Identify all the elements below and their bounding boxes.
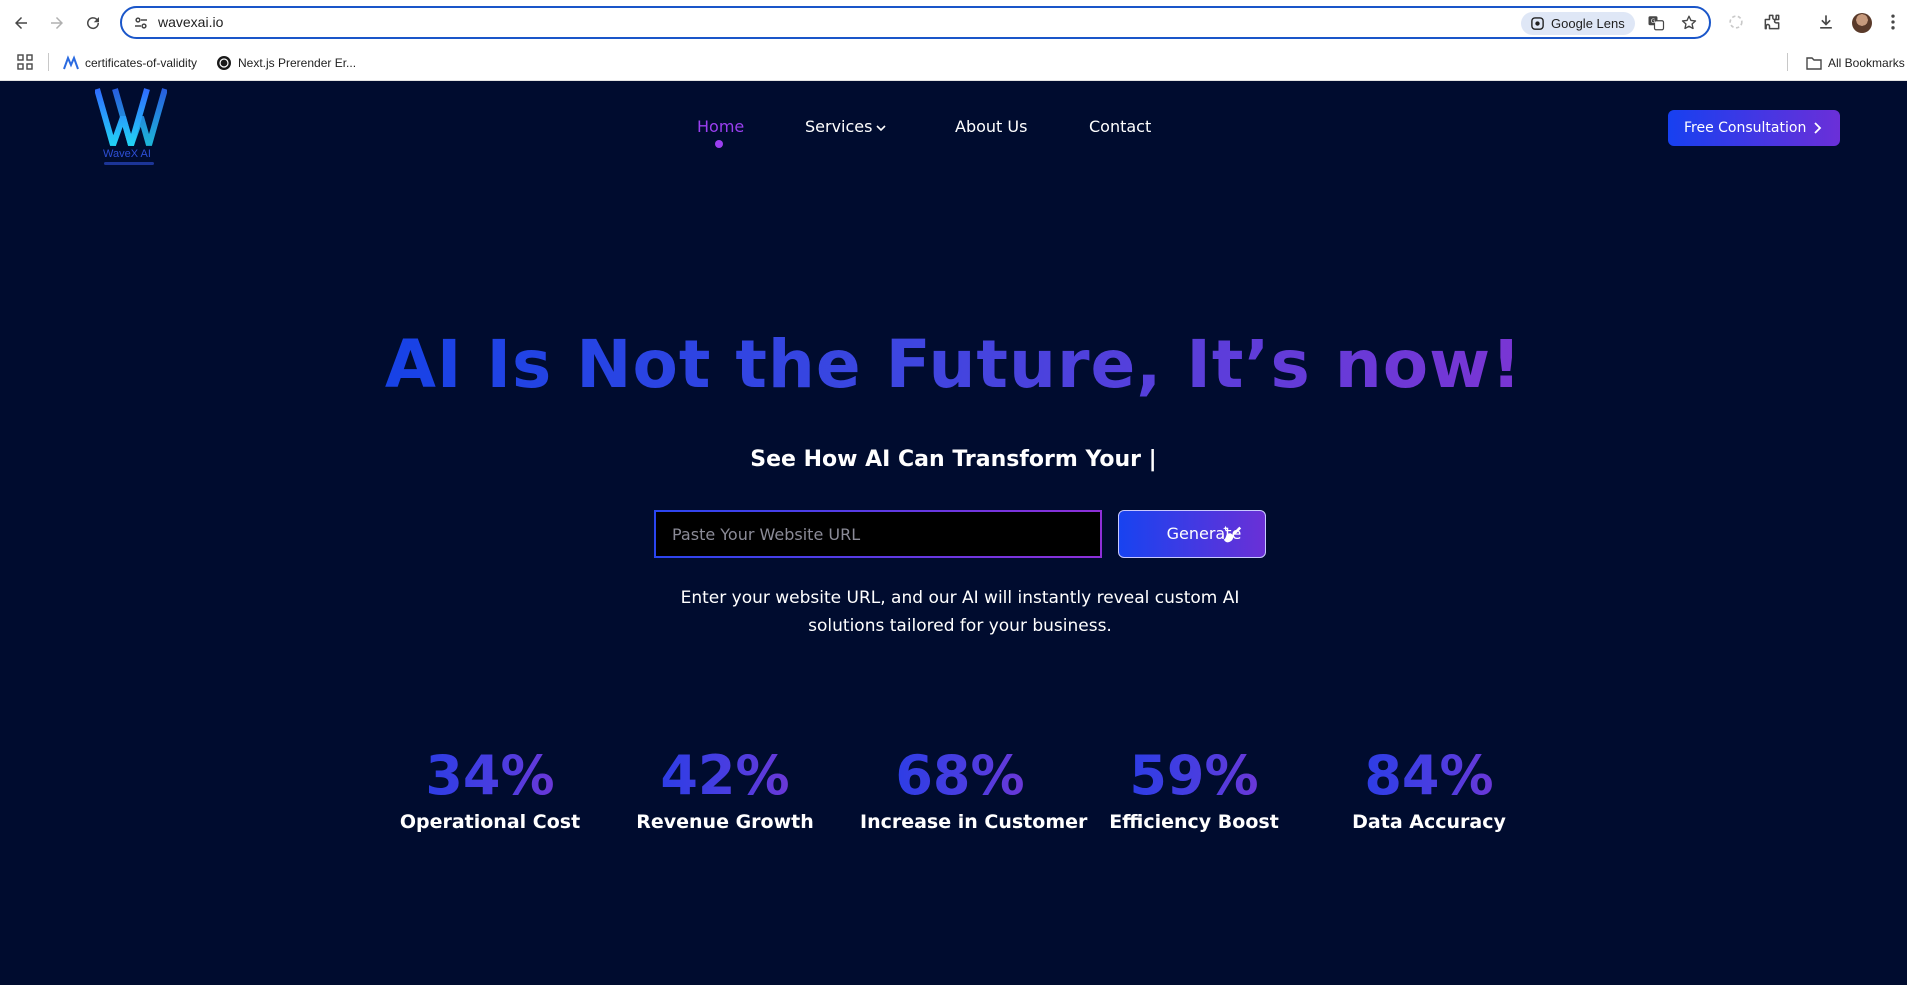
bookmark-certificates[interactable]: certificates-of-validity — [63, 53, 197, 73]
chevron-right-icon — [1814, 122, 1822, 134]
reload-button[interactable] — [80, 10, 106, 36]
active-nav-indicator — [715, 140, 723, 148]
stat-label: Increase in Customer — [860, 811, 1088, 833]
google-lens-button[interactable]: Google Lens — [1521, 12, 1635, 35]
logo-text: WaveX AI — [103, 148, 151, 160]
stat-label: Operational Cost — [399, 811, 581, 833]
stat-label: Revenue Growth — [636, 811, 814, 833]
all-bookmarks-button[interactable]: All Bookmarks — [1806, 53, 1905, 73]
stat-value: 84% — [1329, 743, 1529, 809]
free-consultation-label: Free Consultation — [1684, 120, 1807, 136]
magic-sparkle-icon — [1223, 525, 1242, 543]
all-bookmarks-label: All Bookmarks — [1828, 56, 1905, 70]
browser-toolbar: wavexai.io Google Lens G — [0, 0, 1907, 44]
stat-value: 59% — [1094, 743, 1294, 809]
profile-avatar[interactable] — [1852, 13, 1872, 33]
folder-icon — [1806, 57, 1822, 70]
hero-title: AI Is Not the Future, It’s now! — [0, 325, 1907, 405]
back-button[interactable] — [8, 10, 34, 36]
bookmark-label: Next.js Prerender Er... — [238, 56, 357, 70]
free-consultation-button[interactable]: Free Consultation — [1668, 110, 1840, 146]
svg-text:G: G — [1651, 18, 1656, 25]
translate-icon[interactable]: G — [1647, 14, 1665, 32]
bookmark-nextjs[interactable]: Next.js Prerender Er... — [216, 53, 356, 73]
bookmarks-end-divider — [1787, 53, 1788, 71]
browser-chrome: wavexai.io Google Lens G certificates-of… — [0, 0, 1907, 81]
bookmarks-bar: certificates-of-validity Next.js Prerend… — [0, 44, 1907, 81]
address-bar[interactable]: wavexai.io Google Lens G — [120, 6, 1711, 39]
nav-services[interactable]: Services — [805, 116, 887, 138]
lens-icon — [1531, 17, 1544, 30]
forward-button[interactable] — [44, 10, 70, 36]
main-nav: Home Services About Us Contact — [0, 116, 1907, 146]
stat-increase-in-customer: 68% Increase in Customer — [860, 743, 1088, 833]
nav-home[interactable]: Home — [697, 116, 744, 138]
arrow-left-icon — [15, 17, 27, 29]
extension-spinner-icon[interactable] — [1726, 12, 1746, 32]
stat-data-accuracy: 84% Data Accuracy — [1329, 743, 1529, 833]
stat-label: Data Accuracy — [1352, 811, 1506, 833]
menu-dots-icon[interactable] — [1888, 12, 1898, 32]
site-settings-icon[interactable] — [132, 14, 150, 32]
star-icon[interactable] — [1680, 14, 1698, 32]
google-lens-label: Google Lens — [1551, 16, 1625, 31]
apps-grid-icon[interactable] — [17, 54, 33, 70]
generate-button[interactable]: Generate — [1118, 510, 1266, 558]
extensions-puzzle-icon[interactable] — [1762, 12, 1782, 32]
stat-revenue-growth: 42% Revenue Growth — [625, 743, 825, 833]
stat-value: 68% — [860, 743, 1060, 809]
url-text[interactable]: wavexai.io — [158, 14, 223, 30]
bookmarks-divider — [48, 53, 49, 71]
hero-title-text: AI Is Not the Future, It’s now! — [384, 326, 1523, 403]
download-icon[interactable] — [1816, 12, 1836, 32]
stat-operational-cost: 34% Operational Cost — [390, 743, 590, 833]
blue-logo-icon — [63, 55, 79, 70]
stat-efficiency-boost: 59% Efficiency Boost — [1094, 743, 1294, 833]
stat-label: Efficiency Boost — [1109, 811, 1279, 833]
nav-about-us[interactable]: About Us — [955, 116, 1027, 138]
nav-services-label: Services — [805, 117, 873, 136]
logo-tagline-mark — [104, 162, 154, 165]
hero-subtitle: See How AI Can Transform Your | — [750, 447, 1157, 472]
website-url-input[interactable] — [654, 510, 1102, 558]
chevron-down-icon — [876, 124, 887, 131]
stat-value: 34% — [390, 743, 590, 809]
circle-logo-icon — [217, 56, 231, 70]
hero-description: Enter your website URL, and our AI will … — [680, 588, 1240, 636]
nav-contact[interactable]: Contact — [1089, 116, 1151, 138]
stat-value: 42% — [625, 743, 825, 809]
reload-icon — [87, 17, 100, 30]
bookmark-label: certificates-of-validity — [85, 56, 198, 70]
arrow-right-icon — [51, 17, 63, 29]
